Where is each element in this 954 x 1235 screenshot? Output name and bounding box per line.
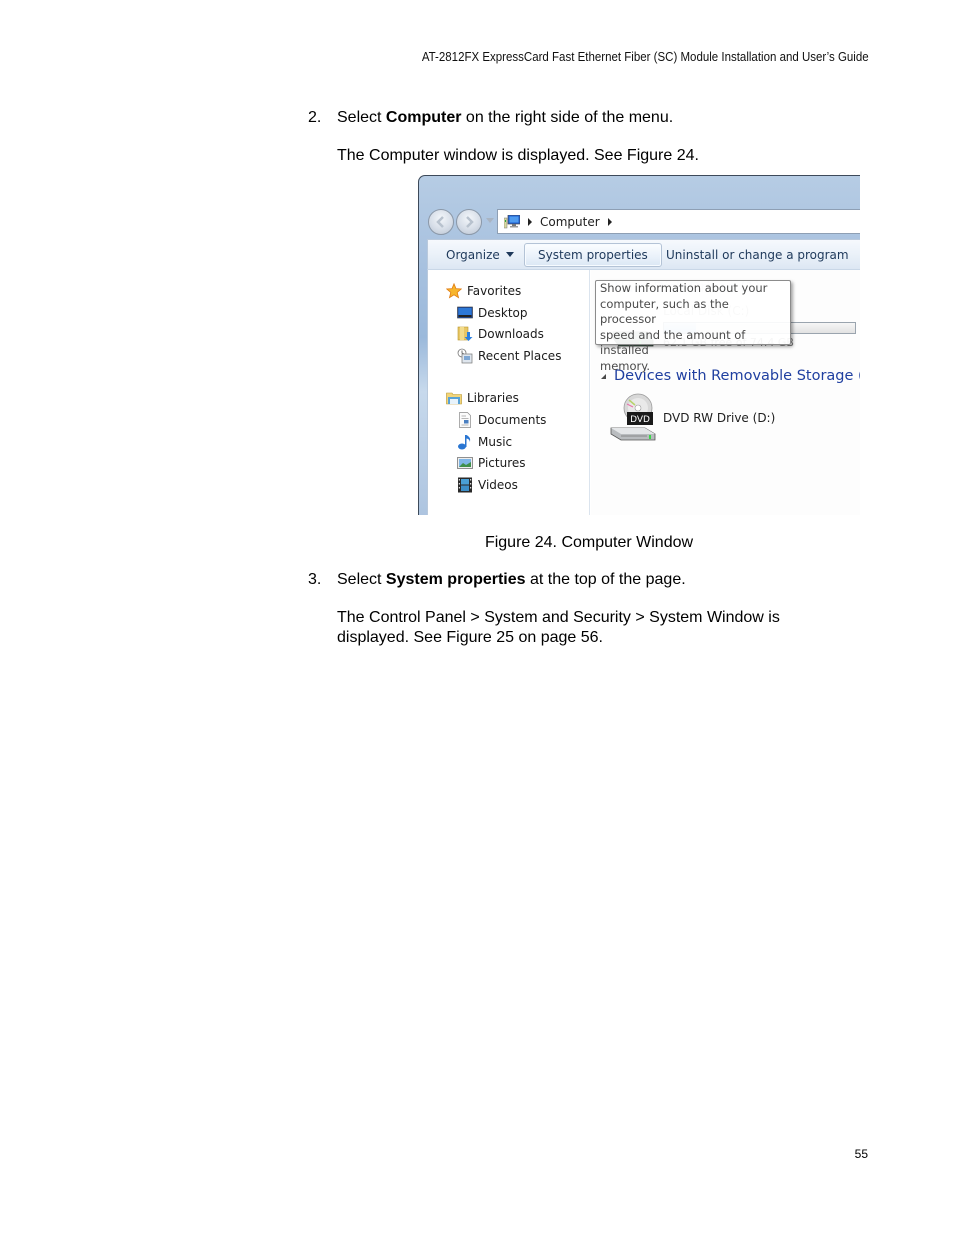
step-bold-term: System properties [385,571,526,588]
uninstall-program-button[interactable]: Uninstall or change a program [660,246,855,268]
tooltip-line: Show information about your [600,281,768,295]
libraries-folder-icon [446,390,462,406]
breadcrumb-separator-icon[interactable] [607,217,612,226]
step-text-prefix: Select [337,571,386,588]
nav-desktop[interactable]: Desktop [457,305,528,321]
nav-label: Documents [478,413,547,427]
nav-label: Favorites [467,284,522,298]
figure-computer-window: Computer Organize System properties Unin… [418,175,860,515]
tooltip-line: computer, such as the processor [600,296,729,327]
nav-label: Downloads [478,327,544,341]
music-note-icon [457,434,473,450]
recent-pages-dropdown-icon[interactable] [486,218,494,223]
caret-down-icon [505,252,514,257]
nav-label: Libraries [467,391,519,405]
step-text-suffix: on the right side of the menu. [461,109,674,126]
star-icon [445,282,463,299]
nav-label: Recent Places [478,349,562,363]
navigation-pane: Favorites Desktop Downloads Recent Place… [428,270,590,515]
organize-label: Organize [446,248,500,262]
system-properties-tooltip: Show information about your computer, su… [595,280,791,373]
running-header: AT-2812FX ExpressCard Fast Ethernet Fibe… [422,50,869,64]
window-frame: Computer Organize System properties Unin… [418,175,860,515]
nav-favorites[interactable]: Favorites [445,282,522,299]
nav-pictures[interactable]: Pictures [457,455,526,471]
step-text-prefix: Select [337,109,386,126]
forward-arrow-icon [466,216,474,228]
back-button[interactable] [428,209,454,235]
film-icon [457,477,473,493]
organize-button[interactable]: Organize [440,246,520,268]
result-line: The Control Panel > System and Security … [337,609,780,626]
dvd-drive-icon[interactable]: DVD [609,392,659,444]
step-instruction: Select Computer on the right side of the… [337,108,673,128]
nav-libraries[interactable]: Libraries [446,390,519,406]
page-number: 55 [854,1147,868,1161]
step-number: 3. [308,571,322,588]
nav-label: Pictures [478,456,526,470]
back-arrow-icon [436,216,444,228]
step-text-suffix: at the top of the page. [525,571,686,588]
tooltip-line: memory. [600,358,651,373]
tooltip-line: speed and the amount of installed [600,327,746,358]
step-3-result: The Control Panel > System and Security … [337,608,780,648]
system-properties-button[interactable]: System properties [524,243,662,267]
breadcrumb-computer[interactable]: Computer [540,215,600,229]
dvd-drive-label[interactable]: DVD RW Drive (D:) [663,411,775,425]
recent-places-icon [457,348,473,364]
step-number: 2. [308,109,322,126]
collapse-triangle-icon [601,373,606,379]
address-bar[interactable]: Computer [497,209,860,234]
figure-caption: Figure 24. Computer Window [484,534,694,551]
downloads-folder-icon [457,326,473,342]
breadcrumb-separator-icon[interactable] [528,217,532,226]
nav-downloads[interactable]: Downloads [457,326,544,342]
step-bold-term: Computer [385,109,462,126]
forward-button[interactable] [456,209,482,235]
command-toolbar: Organize System properties Uninstall or … [427,239,860,270]
dvd-icon-text: DVD [630,415,650,425]
nav-videos[interactable]: Videos [457,477,518,493]
document-icon [457,412,473,428]
nav-music[interactable]: Music [457,434,512,450]
nav-label: Desktop [478,306,528,320]
nav-documents[interactable]: Documents [457,412,546,428]
nav-label: Videos [478,478,518,492]
step-2-result: The Computer window is displayed. See Fi… [337,147,699,164]
nav-label: Music [478,435,513,449]
step-instruction: Select System properties at the top of t… [337,570,686,590]
picture-icon [457,455,473,471]
nav-recent-places[interactable]: Recent Places [457,348,561,364]
result-line: displayed. See Figure 25 on page 56. [337,629,603,646]
desktop-icon [457,305,473,321]
computer-icon [503,214,521,229]
